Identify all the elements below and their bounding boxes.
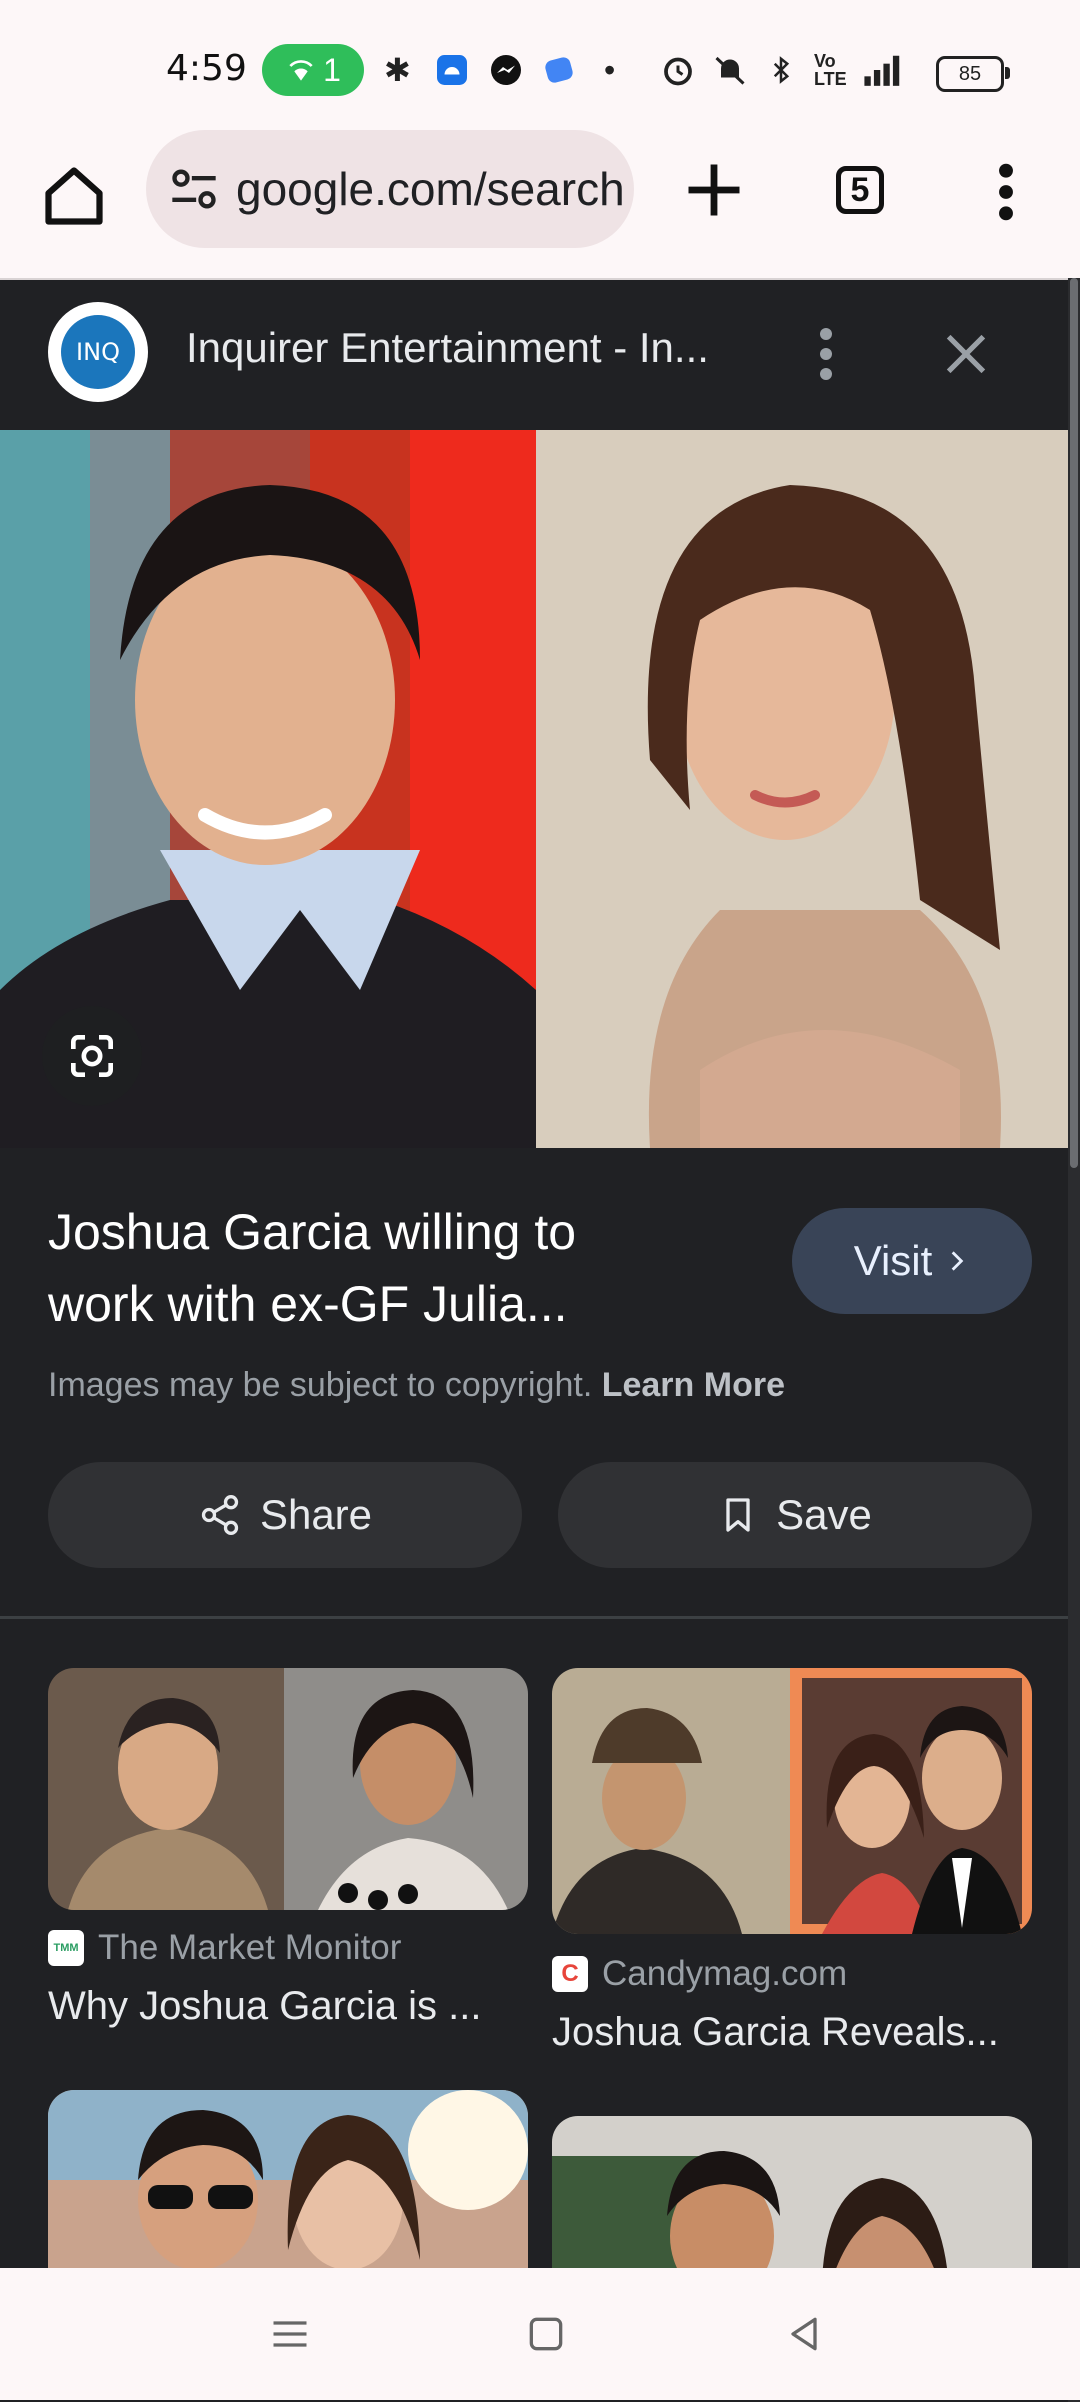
candymag-favicon: C [552, 1956, 588, 1992]
messenger-icon [488, 50, 524, 90]
copyright-text: Images may be subject to copyright. [48, 1366, 593, 1404]
copyright-notice: Images may be subject to copyright. Lear… [48, 1366, 785, 1405]
image-title[interactable]: Joshua Garcia willing to work with ex-GF… [48, 1196, 688, 1340]
volte-icon: Vo LTE [814, 51, 847, 89]
url-text: google.com/search [236, 163, 625, 215]
share-label: Share [259, 1491, 373, 1538]
alarm-icon [660, 50, 696, 90]
dot-icon: • [604, 51, 616, 88]
mute-icon [710, 50, 750, 90]
status-bar: 4:59 1 ✱ • Vo LTE 85 [0, 0, 1080, 130]
battery-level: 85 [958, 62, 982, 85]
related-result-card[interactable] [552, 2116, 1032, 2268]
recent-apps-icon[interactable] [268, 2312, 312, 2356]
system-navigation-bar [0, 2268, 1080, 2400]
visit-label: Visit [853, 1237, 933, 1284]
slack-icon: ✱ [384, 52, 411, 88]
home-nav-icon[interactable] [524, 2312, 568, 2356]
wifi-hotspot-icon [289, 60, 313, 81]
related-thumbnail [48, 1668, 528, 1910]
related-result-card[interactable]: C Candymag.com Joshua Garcia Reveals... [552, 1668, 1032, 2068]
close-icon[interactable] [940, 328, 992, 380]
share-icon [201, 1495, 239, 1535]
source-title[interactable]: Inquirer Entertainment - In... [186, 324, 709, 372]
tab-switcher-button[interactable]: 5 [836, 166, 884, 214]
related-source-name: Candymag.com [602, 1954, 848, 1993]
related-source: TMM The Market Monitor [48, 1928, 401, 1968]
related-thumbnail [552, 2116, 1032, 2268]
related-title: Joshua Garcia Reveals... [552, 2010, 999, 2054]
android-icon [434, 50, 470, 90]
source-logo-text: INQ [76, 338, 120, 366]
home-icon[interactable] [40, 162, 108, 230]
main-image[interactable] [0, 430, 1068, 1148]
more-options-icon[interactable] [986, 160, 1026, 224]
related-title: Why Joshua Garcia is ... [48, 1984, 482, 2028]
market-monitor-favicon: TMM [48, 1930, 84, 1966]
site-settings-icon[interactable] [168, 163, 220, 215]
main-image-photo [0, 430, 1068, 1148]
share-button[interactable]: Share [48, 1462, 522, 1568]
source-logo[interactable]: INQ [48, 302, 148, 402]
new-tab-icon[interactable] [680, 156, 748, 224]
related-result-card[interactable] [48, 2090, 528, 2268]
chevron-right-icon [951, 1251, 964, 1271]
tab-count: 5 [850, 170, 870, 209]
back-icon[interactable] [782, 2312, 826, 2356]
related-source: C Candymag.com [552, 1954, 847, 1994]
viewer-more-icon[interactable] [806, 324, 846, 384]
related-thumbnail [48, 2090, 528, 2268]
app-icon [542, 50, 576, 90]
scrollbar-thumb[interactable] [1070, 278, 1078, 1168]
section-divider [0, 1616, 1068, 1619]
wifi-badge-count: 1 [323, 51, 341, 88]
image-viewer-header: INQ Inquirer Entertainment - In... [0, 280, 1068, 430]
wifi-hotspot-badge: 1 [262, 44, 364, 96]
related-source-name: The Market Monitor [98, 1928, 402, 1967]
learn-more-link[interactable]: Learn More [602, 1366, 785, 1404]
battery-icon: 85 [936, 56, 1010, 92]
bluetooth-icon [766, 50, 796, 90]
address-bar[interactable]: google.com/search [146, 130, 634, 248]
browser-toolbar: google.com/search 5 [0, 130, 1080, 280]
related-result-card[interactable]: TMM The Market Monitor Why Joshua Garcia… [48, 1668, 528, 2048]
lens-button[interactable] [42, 1006, 142, 1106]
related-thumbnail [552, 1668, 1032, 1934]
status-time: 4:59 [166, 48, 247, 89]
save-button[interactable]: Save [558, 1462, 1032, 1568]
save-label: Save [776, 1491, 872, 1538]
visit-button[interactable]: Visit [792, 1208, 1032, 1314]
google-lens-icon [71, 1035, 113, 1077]
bookmark-icon [726, 1498, 750, 1532]
signal-4g-icon [860, 50, 910, 90]
